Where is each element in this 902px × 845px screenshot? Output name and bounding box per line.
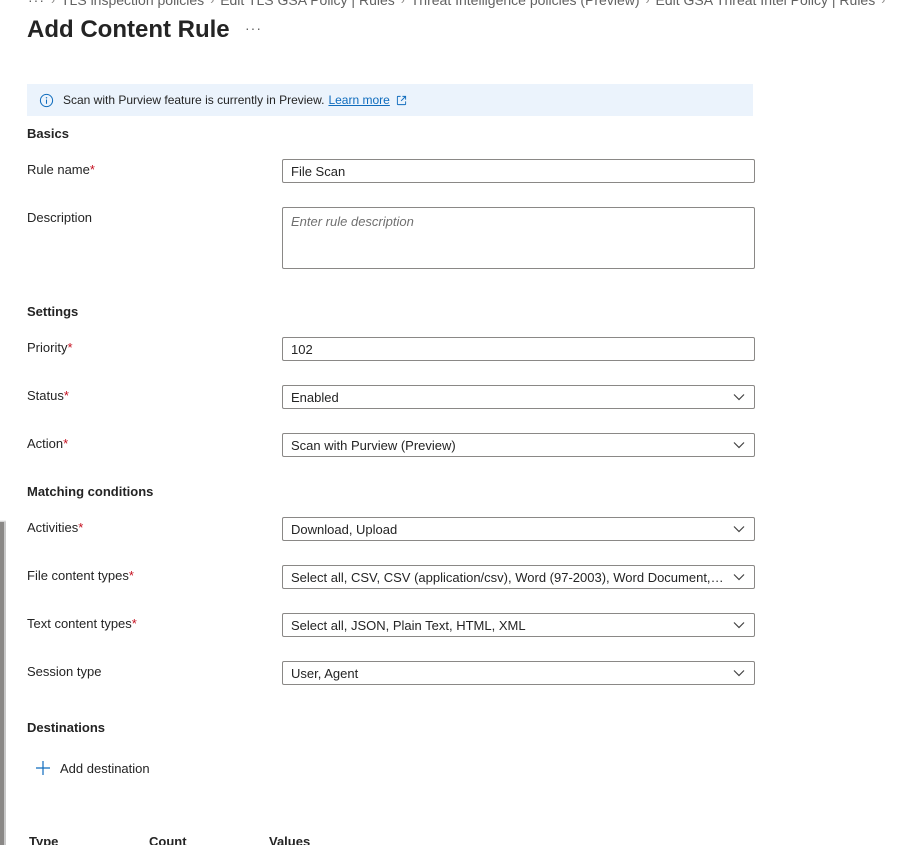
- destinations-table-header: Type Count Values: [29, 834, 389, 845]
- action-label: Action*: [27, 436, 68, 451]
- section-settings: Settings: [27, 304, 79, 319]
- rule-name-input[interactable]: [282, 159, 755, 183]
- action-label-text: Action: [27, 436, 64, 451]
- status-dropdown[interactable]: Enabled: [282, 385, 755, 409]
- section-matching-conditions: Matching conditions: [27, 484, 154, 499]
- action-value: Scan with Purview (Preview): [291, 437, 456, 453]
- description-label: Description: [27, 210, 93, 225]
- file-content-types-label-text: File content types: [27, 568, 129, 583]
- breadcrumb-item-threat-intel[interactable]: Threat Intelligence policies (Preview): [411, 0, 640, 8]
- rule-name-label: Rule name*: [27, 162, 95, 177]
- add-destination-label: Add destination: [60, 760, 150, 776]
- add-destination-button[interactable]: Add destination: [35, 760, 150, 776]
- preview-info-banner: Scan with Purview feature is currently i…: [27, 84, 753, 116]
- required-marker: *: [128, 568, 134, 583]
- required-marker: *: [89, 162, 95, 177]
- chevron-right-icon: ›: [645, 0, 650, 7]
- info-icon: [39, 93, 54, 108]
- status-label: Status*: [27, 388, 69, 403]
- activities-value: Download, Upload: [291, 521, 398, 537]
- left-scrollbar-thumb[interactable]: [0, 522, 4, 845]
- breadcrumb-item-tls-inspection[interactable]: TLS inspection policies: [61, 0, 204, 8]
- chevron-down-icon: [724, 393, 754, 401]
- breadcrumb-item-edit-threat-policy[interactable]: Edit GSA Threat Intel Policy | Rules: [656, 0, 876, 8]
- required-marker: *: [78, 520, 84, 535]
- rule-name-label-text: Rule name: [27, 162, 90, 177]
- file-content-types-dropdown[interactable]: Select all, CSV, CSV (application/csv), …: [282, 565, 755, 589]
- status-label-text: Status: [27, 388, 64, 403]
- page-title: Add Content Rule: [27, 16, 230, 43]
- text-content-types-label-text: Text content types: [27, 616, 132, 631]
- column-header-type[interactable]: Type: [29, 834, 149, 845]
- chevron-right-icon: ›: [210, 0, 215, 7]
- priority-label-text: Priority: [27, 340, 68, 355]
- chevron-right-icon: ›: [51, 0, 55, 7]
- status-value: Enabled: [291, 389, 339, 405]
- text-content-types-value: Select all, JSON, Plain Text, HTML, XML: [291, 617, 526, 633]
- chevron-down-icon: [724, 621, 754, 629]
- activities-label: Activities*: [27, 520, 83, 535]
- file-content-types-label: File content types*: [27, 568, 134, 583]
- add-content-rule-page: ··· › TLS inspection policies › Edit TLS…: [0, 0, 902, 845]
- text-content-types-label: Text content types*: [27, 616, 137, 631]
- chevron-down-icon: [724, 573, 754, 581]
- session-type-label: Session type: [27, 664, 102, 679]
- section-destinations: Destinations: [27, 720, 106, 735]
- required-marker: *: [67, 340, 73, 355]
- description-textarea[interactable]: [282, 207, 755, 269]
- banner-text: Scan with Purview feature is currently i…: [63, 93, 325, 107]
- file-content-types-value: Select all, CSV, CSV (application/csv), …: [291, 569, 724, 585]
- breadcrumb: ··· › TLS inspection policies › Edit TLS…: [28, 0, 885, 8]
- required-marker: *: [63, 388, 69, 403]
- text-content-types-dropdown[interactable]: Select all, JSON, Plain Text, HTML, XML: [282, 613, 755, 637]
- learn-more-link[interactable]: Learn more: [328, 93, 389, 107]
- open-external-icon[interactable]: [396, 95, 407, 106]
- action-dropdown[interactable]: Scan with Purview (Preview): [282, 433, 755, 457]
- priority-input[interactable]: [282, 337, 755, 361]
- column-header-count[interactable]: Count: [149, 834, 269, 845]
- chevron-down-icon: [724, 669, 754, 677]
- plus-icon: [35, 760, 51, 776]
- section-basics: Basics: [27, 126, 69, 141]
- activities-label-text: Activities: [27, 520, 79, 535]
- required-marker: *: [63, 436, 69, 451]
- more-options-icon[interactable]: ···: [245, 20, 262, 36]
- required-marker: *: [131, 616, 137, 631]
- chevron-down-icon: [724, 525, 754, 533]
- chevron-down-icon: [724, 441, 754, 449]
- session-type-dropdown[interactable]: User, Agent: [282, 661, 755, 685]
- breadcrumb-overflow-icon[interactable]: ···: [28, 0, 45, 8]
- breadcrumb-item-edit-tls-policy[interactable]: Edit TLS GSA Policy | Rules: [220, 0, 395, 8]
- session-type-value: User, Agent: [291, 665, 359, 681]
- chevron-right-icon: ›: [881, 0, 886, 7]
- priority-label: Priority*: [27, 340, 73, 355]
- activities-dropdown[interactable]: Download, Upload: [282, 517, 755, 541]
- column-header-values[interactable]: Values: [269, 834, 389, 845]
- chevron-right-icon: ›: [400, 0, 405, 7]
